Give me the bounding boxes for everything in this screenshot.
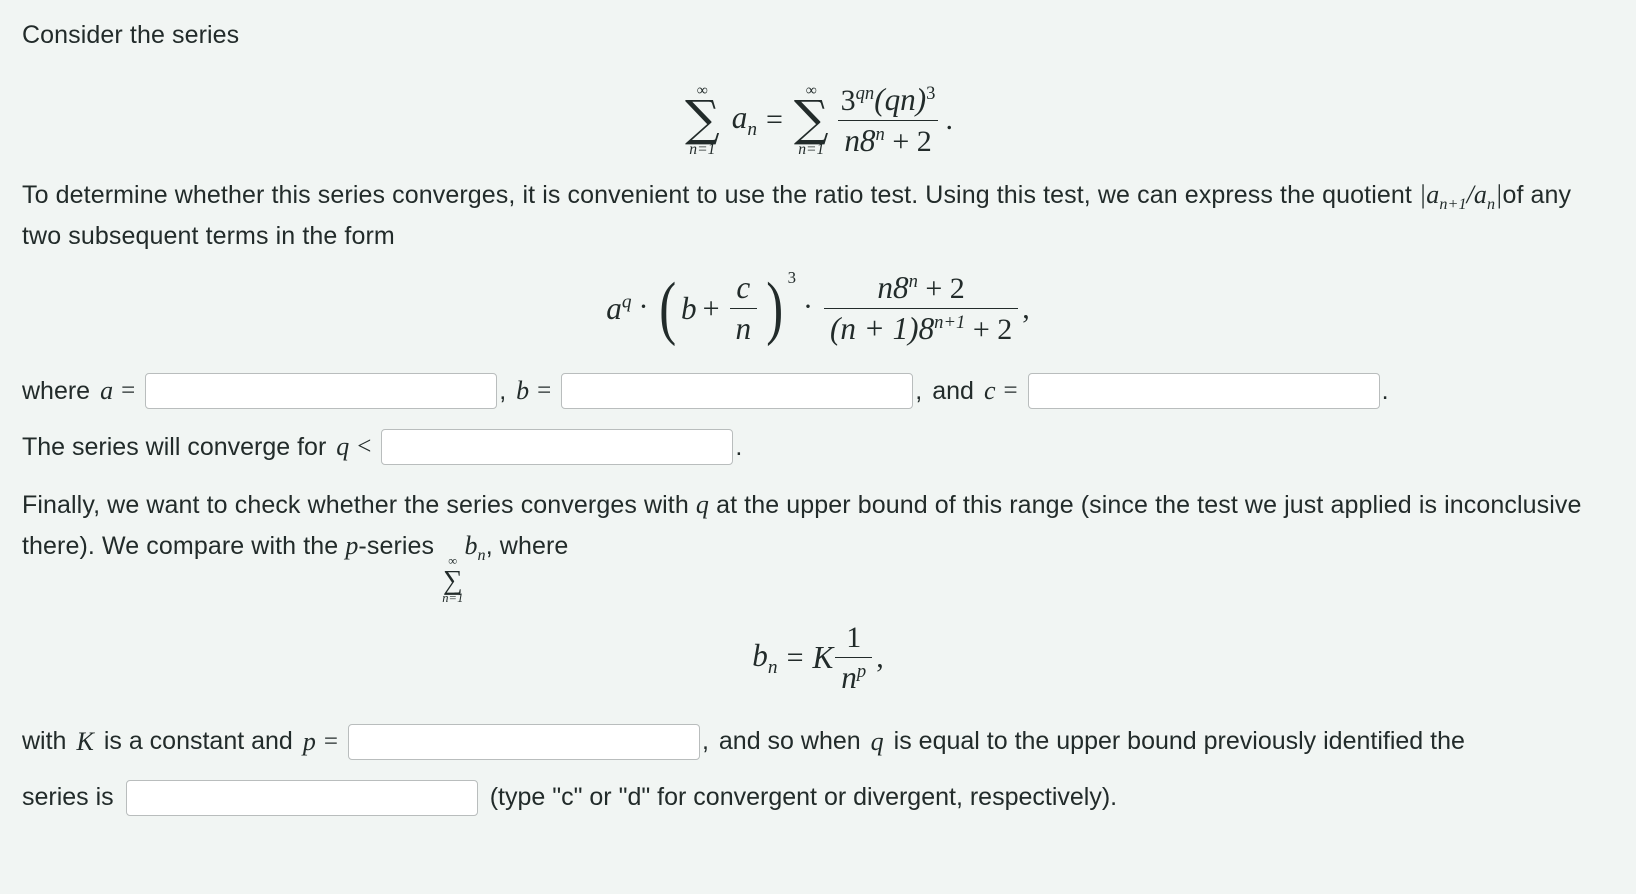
c-over-n-fraction: c n (729, 270, 758, 347)
convergence-hint: (type "c" or "d" for convergent or diver… (489, 783, 1118, 812)
multiplication-dot-2: · (802, 289, 813, 323)
quotient-expression: |an+1/an| (1418, 179, 1503, 214)
series-fraction-numerator: 3qn(qn)3 (840, 81, 936, 117)
a-input[interactable] (145, 373, 498, 410)
series-convergence-input[interactable] (125, 779, 478, 816)
q-label: q (336, 432, 350, 462)
b-equals: = (537, 377, 552, 405)
a-power-q: aq (606, 290, 632, 326)
series-display-equation: ∞ ∑ n=1 an = ∞ ∑ n=1 3qn(qn)3 n8n + 2 . (22, 69, 1614, 159)
ratio-fraction-denominator: (n + 1)8n+1 + 2 (823, 308, 1019, 347)
series-fraction: 3qn(qn)3 n8n + 2 (835, 82, 942, 159)
series-trailing-punct: . (945, 103, 953, 137)
converge-label: The series will converge for (22, 432, 327, 461)
answers-row-series: series is (type "c" or "d" for convergen… (22, 770, 1614, 826)
right-paren: ) (766, 269, 784, 348)
q-bound-input[interactable] (381, 429, 734, 466)
sum-lower-limit: n=1 (689, 141, 716, 159)
less-than-sign: < (357, 433, 372, 461)
final-tail-2: is equal to the upper bound previously i… (893, 727, 1465, 756)
constant-label: is a constant and (103, 727, 293, 756)
final-p-symbol: p (345, 530, 359, 560)
K-label: K (76, 726, 94, 756)
bn-equals: = (786, 641, 804, 675)
ratio-test-sentence: To determine whether this series converg… (22, 180, 1412, 209)
final-sentence-1: Finally, we want to check whether the se… (22, 491, 689, 520)
inline-comma: , (485, 531, 493, 560)
summation-symbol-left: ∞ ∑ n=1 (685, 83, 720, 158)
with-label: with (22, 727, 67, 756)
c-label: c (983, 376, 996, 406)
comma-2: , (915, 376, 923, 405)
bn-display-equation: bn = K 1 np , (22, 621, 1614, 696)
fraction-denominator-n: n (729, 308, 758, 347)
series-is-label: series is (22, 783, 114, 812)
inline-summation-symbol: ∞ ∑ n=1 (442, 555, 463, 605)
bn-fraction-numerator: 1 (846, 620, 862, 654)
answers-row-q: The series will converge for q < . (22, 419, 1614, 475)
comma-1: , (499, 376, 507, 405)
ratio-test-paragraph: To determine whether this series converg… (22, 175, 1614, 256)
inline-bn-term: bn (464, 530, 486, 565)
final-tail-1: and so when (718, 727, 861, 756)
p-input[interactable] (347, 723, 700, 760)
and-label: and (932, 376, 974, 405)
sigma-icon: ∑ (442, 563, 463, 595)
term-a-index: n (747, 119, 757, 141)
a-equals: = (121, 377, 136, 405)
denominator-exponent: n (875, 123, 885, 145)
answers-row-p: with K is a constant and p = , and so wh… (22, 714, 1614, 770)
answers-row-abc: where a = , b = , and c = . (22, 363, 1614, 419)
period-1: . (1381, 376, 1389, 405)
b-input[interactable] (561, 373, 914, 410)
sum-lower-limit: n=1 (798, 141, 825, 159)
problem-page: Consider the series ∞ ∑ n=1 an = ∞ ∑ n=1… (0, 0, 1636, 826)
tail-q-symbol: q (870, 726, 884, 756)
p-label: p (302, 726, 316, 756)
intro-text: Consider the series (22, 21, 240, 49)
quotient-trailing-punct: , (1022, 291, 1030, 325)
paren-power: 3 (787, 268, 796, 288)
series-fraction-denominator: n8n + 2 (838, 119, 938, 159)
summation-symbol-right: ∞ ∑ n=1 (794, 83, 829, 158)
fraction-numerator-c: c (736, 270, 751, 306)
b-label: b (516, 376, 530, 406)
bn-term: bn (752, 637, 778, 678)
bn-fraction-denominator: np (835, 656, 873, 696)
parenthesized-expression: ( b + c n ) 3 (656, 268, 796, 348)
equals-sign: = (765, 103, 783, 137)
c-equals: = (1003, 377, 1018, 405)
b-symbol: b (680, 290, 697, 326)
term-a: an (731, 99, 757, 141)
sigma-icon: ∑ (685, 90, 720, 147)
period-2: . (735, 432, 743, 461)
a-label: a (100, 376, 114, 406)
c-input[interactable] (1027, 373, 1380, 410)
p-equals: = (323, 727, 338, 755)
quotient-display-equation: aq · ( b + c n ) 3 · n8n + 2 (n + 1)8n+1… (22, 268, 1614, 348)
multiplication-dot-1: · (638, 289, 649, 323)
comma-3: , (701, 727, 709, 756)
inline-sum-lower-limit: n=1 (442, 591, 464, 606)
ratio-fraction: n8n + 2 (n + 1)8n+1 + 2 (823, 270, 1019, 347)
final-sentence-4: where (499, 531, 569, 560)
final-q-symbol: q (695, 490, 710, 520)
bn-trailing-punct: , (876, 641, 884, 675)
numerator-paren-power: 3 (926, 82, 936, 104)
ratio-fraction-numerator: n8n + 2 (877, 270, 965, 306)
sigma-icon: ∑ (793, 90, 829, 147)
numerator-exponent: qn (855, 82, 875, 104)
plus-sign: + (702, 291, 720, 325)
K-constant: K (812, 640, 834, 676)
where-label: where (22, 376, 91, 405)
left-paren: ( (658, 269, 676, 348)
final-paragraph: Finally, we want to check whether the se… (22, 485, 1614, 605)
one-over-np-fraction: 1 np (835, 620, 873, 696)
final-sentence-3: -series (358, 531, 435, 560)
